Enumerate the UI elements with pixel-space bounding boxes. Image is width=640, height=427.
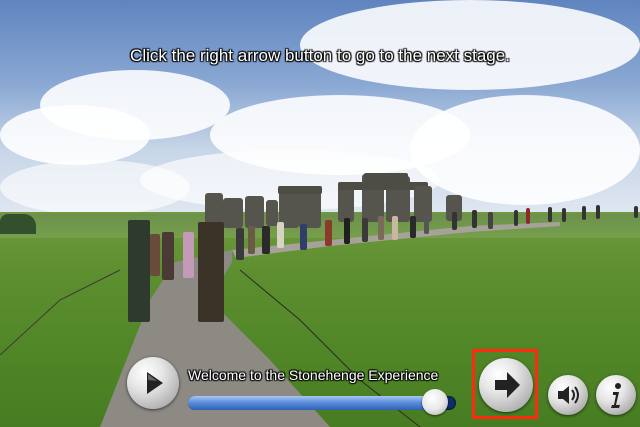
- visitor: [410, 216, 416, 238]
- visitor: [128, 220, 150, 322]
- progress-fill: [188, 396, 435, 410]
- visitor: [472, 210, 477, 228]
- visitor: [562, 208, 566, 222]
- visitor: [596, 205, 600, 219]
- instruction-text: Click the right arrow button to go to th…: [130, 46, 510, 65]
- visitor: [198, 222, 224, 322]
- info-icon: [611, 383, 621, 408]
- play-button[interactable]: [127, 357, 179, 409]
- visitor: [452, 212, 457, 230]
- lintel-stone: [364, 173, 408, 182]
- visitor: [262, 226, 270, 254]
- visitor: [277, 222, 284, 248]
- visitor: [548, 207, 552, 222]
- stage-title: Welcome to the Stonehenge Experience: [188, 367, 439, 383]
- visitor: [378, 216, 384, 240]
- visitor: [344, 218, 350, 244]
- visitor: [392, 216, 398, 240]
- lintel-stone: [278, 186, 322, 194]
- right-arrow-icon: [495, 372, 520, 398]
- audio-button[interactable]: [548, 375, 588, 415]
- visitor: [300, 224, 307, 250]
- visitor: [183, 232, 194, 278]
- visitor: [514, 210, 518, 226]
- visitor: [582, 206, 586, 220]
- visitor: [325, 220, 332, 246]
- visitor: [248, 226, 255, 254]
- visitor: [162, 232, 174, 280]
- visitor: [526, 208, 530, 224]
- visitor: [362, 218, 368, 242]
- progress-bar[interactable]: [188, 396, 456, 410]
- speaker-icon: [558, 386, 579, 404]
- standing-stone: [245, 196, 264, 228]
- play-icon: [147, 372, 163, 394]
- visitor: [424, 214, 429, 234]
- visitor: [236, 228, 244, 260]
- visitor: [488, 212, 493, 229]
- visitor: [634, 206, 638, 218]
- progress-knob[interactable]: [421, 389, 448, 415]
- next-stage-button[interactable]: [479, 358, 533, 412]
- standing-stone: [266, 200, 278, 226]
- standing-stone: [414, 186, 432, 222]
- standing-stone: [223, 198, 243, 228]
- info-button[interactable]: [596, 375, 636, 415]
- visitor: [150, 234, 160, 276]
